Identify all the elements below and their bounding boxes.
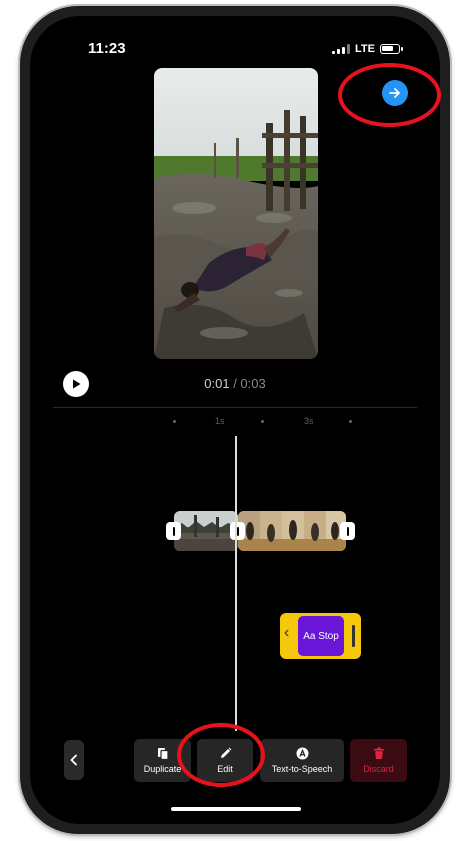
ruler-dot: [261, 420, 264, 423]
status-time: 11:23: [88, 40, 126, 57]
duplicate-button[interactable]: Duplicate: [134, 739, 191, 782]
network-type: LTE: [355, 43, 375, 55]
signal-icon: [332, 44, 351, 54]
time-separator: /: [229, 376, 241, 391]
edit-button[interactable]: Edit: [197, 739, 253, 782]
video-frame-image: [154, 68, 318, 359]
battery-icon: [380, 44, 403, 54]
next-button[interactable]: [382, 80, 408, 106]
text-to-speech-button[interactable]: Text-to-Speech: [260, 739, 344, 782]
duplicate-label: Duplicate: [143, 764, 182, 774]
text-overlay-clip[interactable]: ‹ Aa Stop: [280, 613, 361, 659]
clip-2-thumbnails: [238, 511, 346, 551]
home-indicator: [171, 807, 301, 811]
text-overlay-label: Stop: [318, 630, 339, 642]
trim-handle-left[interactable]: [166, 522, 181, 540]
text-to-speech-icon: [296, 747, 308, 760]
video-clip-1[interactable]: [174, 511, 238, 551]
ruler-dot: [349, 420, 352, 423]
video-clip-2[interactable]: [238, 511, 346, 551]
phone-screen: 11:23 LTE 0:01 / 0:03 1s 3s ‹ Aa Stop Du…: [30, 16, 440, 824]
video-preview[interactable]: [154, 68, 318, 359]
trim-handle-right[interactable]: [340, 522, 355, 540]
playhead[interactable]: [235, 436, 237, 731]
back-button[interactable]: [64, 740, 84, 780]
current-time: 0:01: [204, 376, 230, 391]
arrow-right-icon: [389, 88, 400, 98]
clip-1-thumbnails: [174, 511, 238, 551]
ruler-label-3s: 3s: [304, 416, 314, 426]
total-time: 0:03: [240, 376, 266, 391]
discard-label: Discard: [363, 764, 394, 774]
ruler-dot: [173, 420, 176, 423]
text-icon: Aa: [303, 630, 316, 642]
ruler-label-1s: 1s: [215, 416, 225, 426]
status-indicators: LTE: [332, 43, 403, 55]
trim-handle-middle[interactable]: [230, 522, 245, 540]
trash-icon: [373, 747, 384, 759]
pencil-icon: [220, 747, 231, 758]
playback-timecode: 0:01 / 0:03: [30, 376, 440, 391]
discard-button[interactable]: Discard: [350, 739, 407, 782]
timeline-divider: [53, 407, 417, 408]
chevron-left-icon: [70, 754, 77, 766]
chevron-left-icon: ‹: [284, 624, 290, 641]
text-overlay-chip: Aa Stop: [298, 616, 344, 656]
text-to-speech-label: Text-to-Speech: [271, 764, 333, 774]
copy-icon: [157, 748, 169, 760]
edit-label: Edit: [217, 764, 233, 774]
text-overlay-trim-handle[interactable]: [352, 625, 355, 647]
